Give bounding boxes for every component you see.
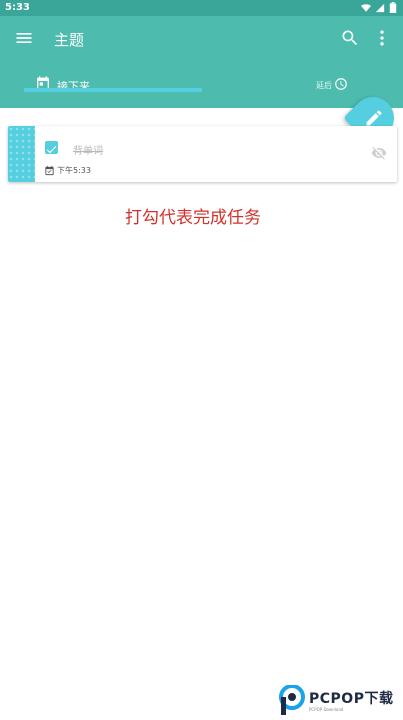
check-icon xyxy=(46,146,57,154)
status-bar: 5:33 xyxy=(0,0,403,16)
clock-icon xyxy=(335,78,347,90)
status-time: 5:33 xyxy=(5,2,30,13)
status-icons xyxy=(361,2,397,13)
task-due-time: 下午5:33 xyxy=(57,166,91,175)
task-card[interactable]: 背单词 下午5:33 xyxy=(8,126,397,182)
calendar-check-icon xyxy=(45,165,54,176)
more-options-icon[interactable] xyxy=(372,28,392,48)
task-title: 背单词 xyxy=(73,146,103,157)
task-color-strip xyxy=(8,126,35,182)
watermark-logo-icon xyxy=(279,685,305,715)
watermark-subtext: PCPOP Download xyxy=(309,707,344,712)
watermark-brand: PCPOP下载 xyxy=(309,691,394,707)
annotation-text: 打勾代表完成任务 xyxy=(125,208,261,228)
signal-icon xyxy=(375,3,385,12)
page-title: 主题 xyxy=(54,31,85,49)
wifi-icon xyxy=(361,3,371,12)
app-bar: 主题 接下来 延后 xyxy=(0,16,403,108)
tab-indicator xyxy=(24,88,202,92)
watermark: PCPOP下载 PCPOP Download xyxy=(278,683,403,719)
tab-postponed-label: 延后 xyxy=(316,81,332,90)
pencil-icon[interactable] xyxy=(364,108,384,128)
battery-icon xyxy=(389,2,397,13)
menu-icon[interactable] xyxy=(14,28,34,48)
eye-off-icon[interactable] xyxy=(371,145,387,161)
search-icon[interactable] xyxy=(340,28,360,48)
tab-postponed[interactable]: 延后 xyxy=(302,72,362,102)
task-checkbox[interactable] xyxy=(45,141,58,154)
